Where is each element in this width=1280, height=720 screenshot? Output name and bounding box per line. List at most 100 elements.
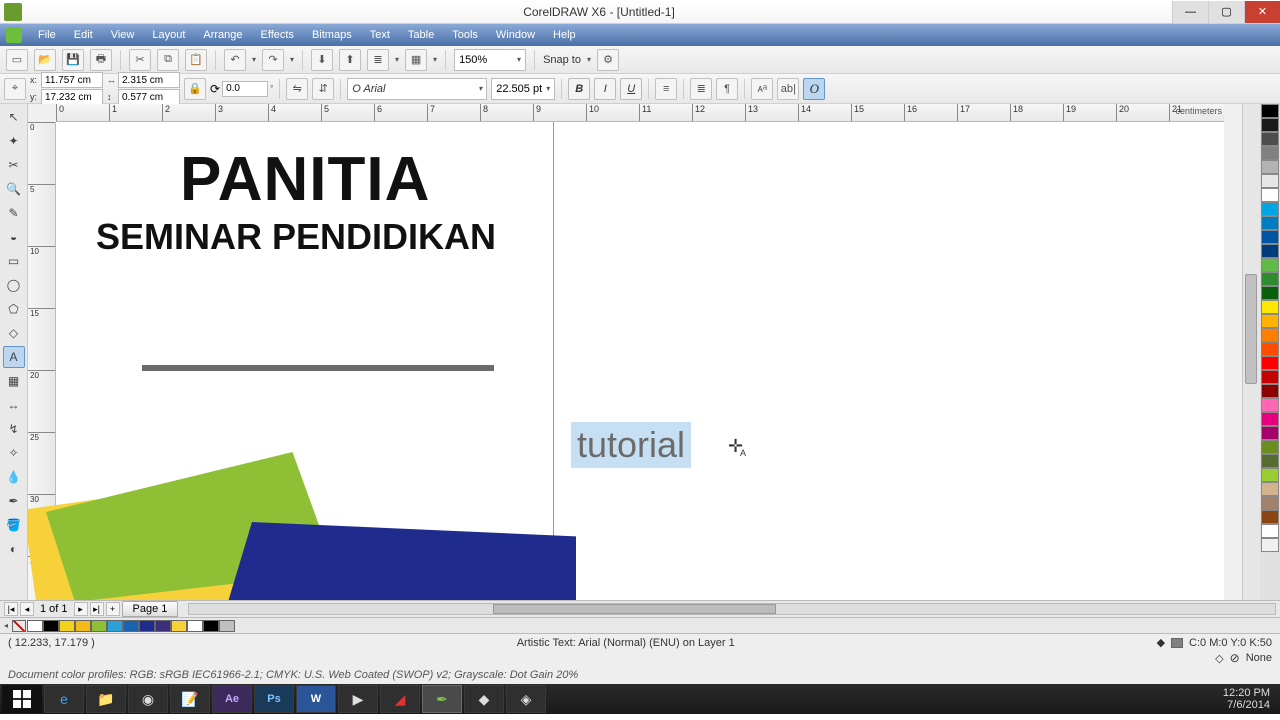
doc-color-swatch[interactable] (171, 620, 187, 632)
color-swatch[interactable] (1261, 146, 1279, 160)
color-swatch[interactable] (1261, 370, 1279, 384)
doc-color-swatch[interactable] (203, 620, 219, 632)
publish-pdf-button[interactable]: ≣ (367, 49, 389, 71)
import-button[interactable]: ⬇ (311, 49, 333, 71)
smart-fill-tool[interactable]: ◒ (3, 226, 25, 248)
doc-color-swatch[interactable] (43, 620, 59, 632)
first-page-button[interactable]: |◂ (4, 602, 18, 616)
last-page-button[interactable]: ▸| (90, 602, 104, 616)
y-position-input[interactable] (41, 89, 103, 105)
taskbar-ps[interactable]: Ps (254, 685, 294, 713)
selected-text-object[interactable]: tutorial (571, 422, 691, 468)
taskbar-word[interactable]: W (296, 685, 336, 713)
shape-tool[interactable]: ✦ (3, 130, 25, 152)
connector-tool[interactable]: ↯ (3, 418, 25, 440)
subtitle-text[interactable]: SEMINAR PENDIDIKAN (96, 216, 496, 258)
width-input[interactable] (118, 72, 180, 88)
color-swatch[interactable] (1261, 356, 1279, 370)
menu-text[interactable]: Text (362, 27, 398, 43)
font-size-combo[interactable]: 22.505 pt▾ (491, 78, 555, 100)
char-format-button[interactable]: ᴀᵃ (751, 78, 773, 100)
new-button[interactable]: ▭ (6, 49, 28, 71)
crop-tool[interactable]: ✂ (3, 154, 25, 176)
save-button[interactable]: 💾 (62, 49, 84, 71)
drawing-canvas[interactable]: PANITIA SEMINAR PENDIDIKAN tutorial ✛ (56, 122, 1224, 600)
interactive-fill-tool[interactable]: ◐ (3, 538, 25, 560)
system-tray[interactable]: 12:20 PM 7/6/2014 (1215, 687, 1278, 711)
taskbar-app-2[interactable]: ◈ (506, 685, 546, 713)
menu-file[interactable]: File (30, 27, 64, 43)
color-swatch[interactable] (1261, 272, 1279, 286)
object-origin-button[interactable]: ⌖ (4, 78, 26, 100)
taskbar-coreldraw[interactable]: ✒ (422, 685, 462, 713)
doc-color-swatch[interactable] (123, 620, 139, 632)
rotation-input[interactable] (222, 81, 268, 97)
doc-color-swatch[interactable] (75, 620, 91, 632)
zoom-combo[interactable]: 150%▾ (454, 49, 526, 71)
title-text[interactable]: PANITIA (180, 144, 430, 215)
color-swatch[interactable] (1261, 202, 1279, 216)
menu-layout[interactable]: Layout (144, 27, 193, 43)
color-swatch[interactable] (1261, 342, 1279, 356)
color-swatch[interactable] (1261, 258, 1279, 272)
doc-color-swatch[interactable] (187, 620, 203, 632)
undo-button[interactable]: ↶ (224, 49, 246, 71)
italic-button[interactable]: I (594, 78, 616, 100)
table-tool[interactable]: ▦ (3, 370, 25, 392)
redo-button[interactable]: ↷ (262, 49, 284, 71)
menu-effects[interactable]: Effects (253, 27, 302, 43)
mirror-h-button[interactable]: ⇋ (286, 78, 308, 100)
next-page-button[interactable]: ▸ (74, 602, 88, 616)
color-swatch[interactable] (1261, 104, 1279, 118)
doc-color-swatch[interactable] (219, 620, 235, 632)
height-input[interactable] (118, 89, 180, 105)
minimize-button[interactable]: ― (1172, 1, 1208, 23)
app-launcher-button[interactable]: ▦ (405, 49, 427, 71)
color-swatch[interactable] (1261, 482, 1279, 496)
color-swatch[interactable] (1261, 300, 1279, 314)
fill-tool[interactable]: 🪣 (3, 514, 25, 536)
color-swatch[interactable] (1261, 160, 1279, 174)
blue-shape[interactable] (216, 522, 576, 600)
color-swatch[interactable] (1261, 132, 1279, 146)
color-swatch[interactable] (1261, 314, 1279, 328)
pick-tool[interactable]: ↖ (3, 106, 25, 128)
color-swatch[interactable] (1261, 398, 1279, 412)
eyedropper-tool[interactable]: 💧 (3, 466, 25, 488)
horizontal-scroll-thumb[interactable] (493, 604, 775, 614)
close-button[interactable]: ✕ (1244, 1, 1280, 23)
color-swatch[interactable] (1261, 328, 1279, 342)
polygon-tool[interactable]: ⬠ (3, 298, 25, 320)
color-swatch[interactable] (1261, 244, 1279, 258)
menu-edit[interactable]: Edit (66, 27, 101, 43)
page-tab-1[interactable]: Page 1 (122, 601, 179, 617)
vertical-scroll-thumb[interactable] (1245, 274, 1257, 384)
color-swatch[interactable] (1261, 510, 1279, 524)
doc-color-swatch[interactable] (155, 620, 171, 632)
maximize-button[interactable]: ▢ (1208, 1, 1244, 23)
cut-button[interactable]: ✂ (129, 49, 151, 71)
taskbar-ie[interactable]: e (44, 685, 84, 713)
doc-color-swatch[interactable] (91, 620, 107, 632)
color-swatch[interactable] (1261, 496, 1279, 510)
freehand-tool[interactable]: ✎ (3, 202, 25, 224)
color-swatch[interactable] (1261, 118, 1279, 132)
menu-tools[interactable]: Tools (444, 27, 486, 43)
color-swatch[interactable] (1261, 286, 1279, 300)
open-button[interactable]: 📂 (34, 49, 56, 71)
rectangle-tool[interactable]: ▭ (3, 250, 25, 272)
lock-ratio-button[interactable]: 🔒 (184, 78, 206, 100)
divider-line[interactable] (142, 365, 494, 371)
color-swatch[interactable] (1261, 440, 1279, 454)
taskbar-app-1[interactable]: ◆ (464, 685, 504, 713)
taskbar-explorer[interactable]: 📁 (86, 685, 126, 713)
color-swatch[interactable] (1261, 468, 1279, 482)
text-align-button[interactable]: ≡ (655, 78, 677, 100)
x-position-input[interactable] (41, 72, 103, 88)
taskbar-ae[interactable]: Ae (212, 685, 252, 713)
ellipse-tool[interactable]: ◯ (3, 274, 25, 296)
color-swatch[interactable] (1261, 524, 1279, 538)
options-button[interactable]: ⚙ (597, 49, 619, 71)
mirror-v-button[interactable]: ⇵ (312, 78, 334, 100)
taskbar-sketchup[interactable]: ◢ (380, 685, 420, 713)
